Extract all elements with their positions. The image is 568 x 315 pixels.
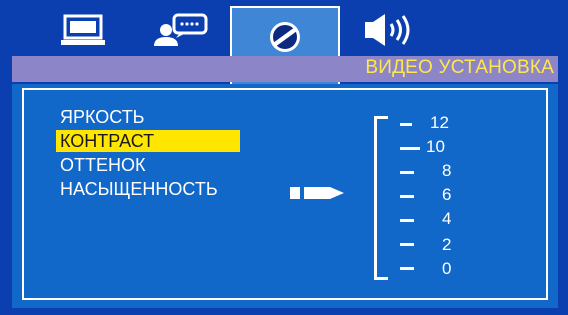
scale-label: 2 (442, 235, 452, 254)
level-scale[interactable]: 12 10 8 6 4 2 0 (368, 110, 488, 280)
scale-tick (400, 147, 420, 150)
menu-item-contrast[interactable]: КОНТРАСТ (56, 130, 240, 152)
scale-tick (400, 267, 414, 270)
tab-sound[interactable] (338, 8, 448, 56)
tab-picture[interactable] (230, 6, 340, 96)
user-keyboard-icon (150, 12, 220, 53)
section-header-bar: ВИДЕО УСТАНОВКА (12, 56, 558, 82)
scale-tick (400, 195, 414, 198)
scale-label: 6 (442, 185, 452, 204)
tab-bar (8, 6, 560, 96)
scale-label: 10 (426, 137, 445, 156)
menu-item-brightness[interactable]: ЯРКОСТЬ (56, 106, 240, 128)
scale-tick (400, 123, 412, 126)
picture-disc-icon (268, 20, 302, 59)
speaker-icon (363, 12, 423, 53)
scale-label: 12 (430, 113, 449, 132)
tab-display[interactable] (28, 8, 138, 56)
scale-tick (400, 243, 414, 246)
scale-label: 0 (442, 259, 452, 278)
picture-settings-menu: ЯРКОСТЬ КОНТРАСТ ОТТЕНОК НАСЫЩЕННОСТЬ (56, 106, 240, 202)
menu-item-hue[interactable]: ОТТЕНОК (56, 154, 240, 176)
scale-label: 4 (442, 209, 452, 228)
menu-item-saturation[interactable]: НАСЫЩЕННОСТЬ (56, 178, 240, 200)
section-title: ВИДЕО УСТАНОВКА (365, 57, 554, 78)
scale-tick (400, 219, 414, 222)
arrow-right-icon (290, 184, 346, 207)
scale-label: 8 (442, 161, 452, 180)
tab-user[interactable] (130, 8, 240, 56)
scale-tick (400, 171, 414, 174)
monitor-icon (61, 14, 105, 51)
scale-bracket (374, 116, 388, 280)
